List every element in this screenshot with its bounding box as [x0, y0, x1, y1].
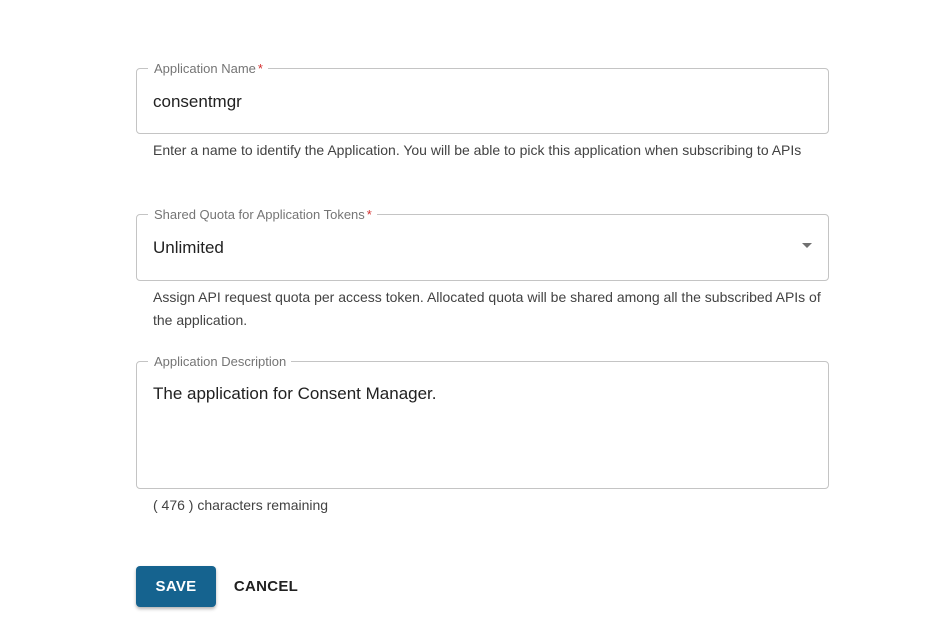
quota-selected-value: Unlimited [153, 238, 224, 257]
application-description-field[interactable]: Application Description The application … [136, 354, 829, 489]
required-asterisk: * [257, 61, 263, 76]
caret-down-icon[interactable] [802, 243, 812, 248]
characters-remaining: ( 476 ) characters remaining [153, 497, 329, 513]
quota-select[interactable]: Shared Quota for Application Tokens * Unl… [136, 207, 829, 281]
application-name-label: Application Name * [148, 61, 268, 77]
save-button[interactable]: SAVE [136, 566, 216, 607]
quota-helper: Assign API request quota per access toke… [153, 289, 821, 328]
cancel-button[interactable]: CANCEL [226, 566, 306, 607]
application-name-input[interactable]: consentmgr [153, 91, 242, 113]
application-name-helper: Enter a name to identify the Application… [153, 142, 802, 158]
application-name-field[interactable]: Application Name * consentmgr [136, 61, 829, 134]
application-description-textarea[interactable]: The application for Consent Manager. [153, 383, 437, 405]
required-asterisk: * [366, 207, 372, 222]
quota-label: Shared Quota for Application Tokens * [148, 207, 377, 223]
application-description-label: Application Description [148, 354, 292, 370]
